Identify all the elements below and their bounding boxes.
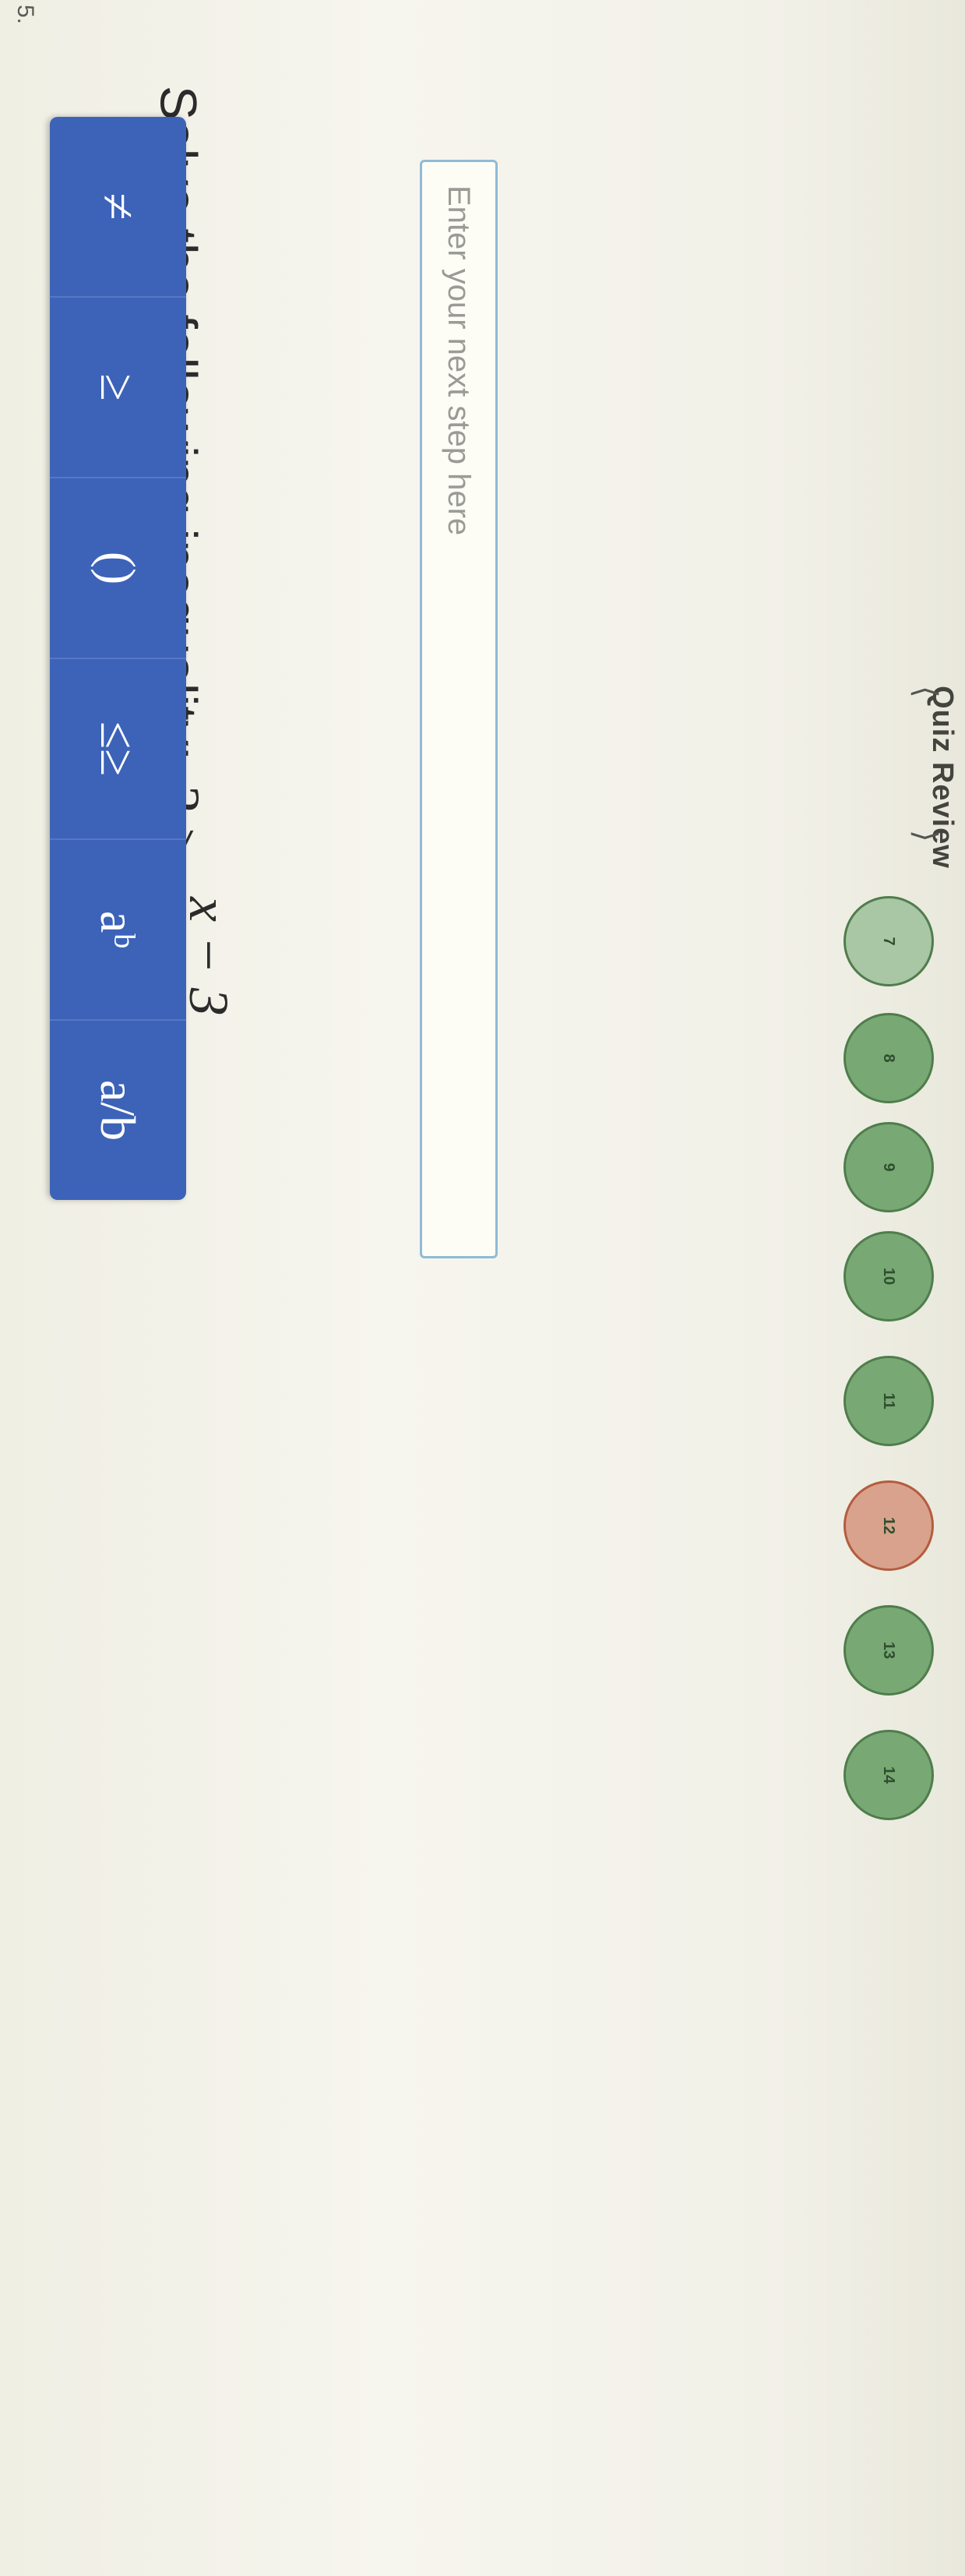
question-button-8[interactable]: 8 [843,1013,934,1103]
question-number: 5. [12,5,38,25]
not-equal-button[interactable]: ≠ [50,117,186,298]
question-button-13[interactable]: 13 [843,1605,934,1696]
greater-equal-button[interactable]: ≥ [50,298,186,478]
parentheses-button[interactable]: () [50,478,186,659]
question-button-7[interactable]: 7 [843,896,934,986]
question-button-10[interactable]: 10 [843,1231,934,1322]
question-button-12[interactable]: 12 [843,1480,934,1571]
fraction-button[interactable]: a/b [50,1021,186,1200]
exponent-button[interactable]: aᵇ [50,840,186,1021]
chevron-left-icon[interactable]: ⟨ [907,686,943,698]
chevron-right-icon[interactable]: ⟩ [907,830,943,842]
question-button-9[interactable]: 9 [843,1122,934,1212]
math-toolbar: ≠ ≥ () ≤≥ aᵇ a/b [50,117,186,1200]
inequality-symbols-button[interactable]: ≤≥ [50,659,186,840]
question-button-14[interactable]: 14 [843,1730,934,1820]
answer-input[interactable] [420,160,498,1258]
question-button-11[interactable]: 11 [843,1356,934,1446]
